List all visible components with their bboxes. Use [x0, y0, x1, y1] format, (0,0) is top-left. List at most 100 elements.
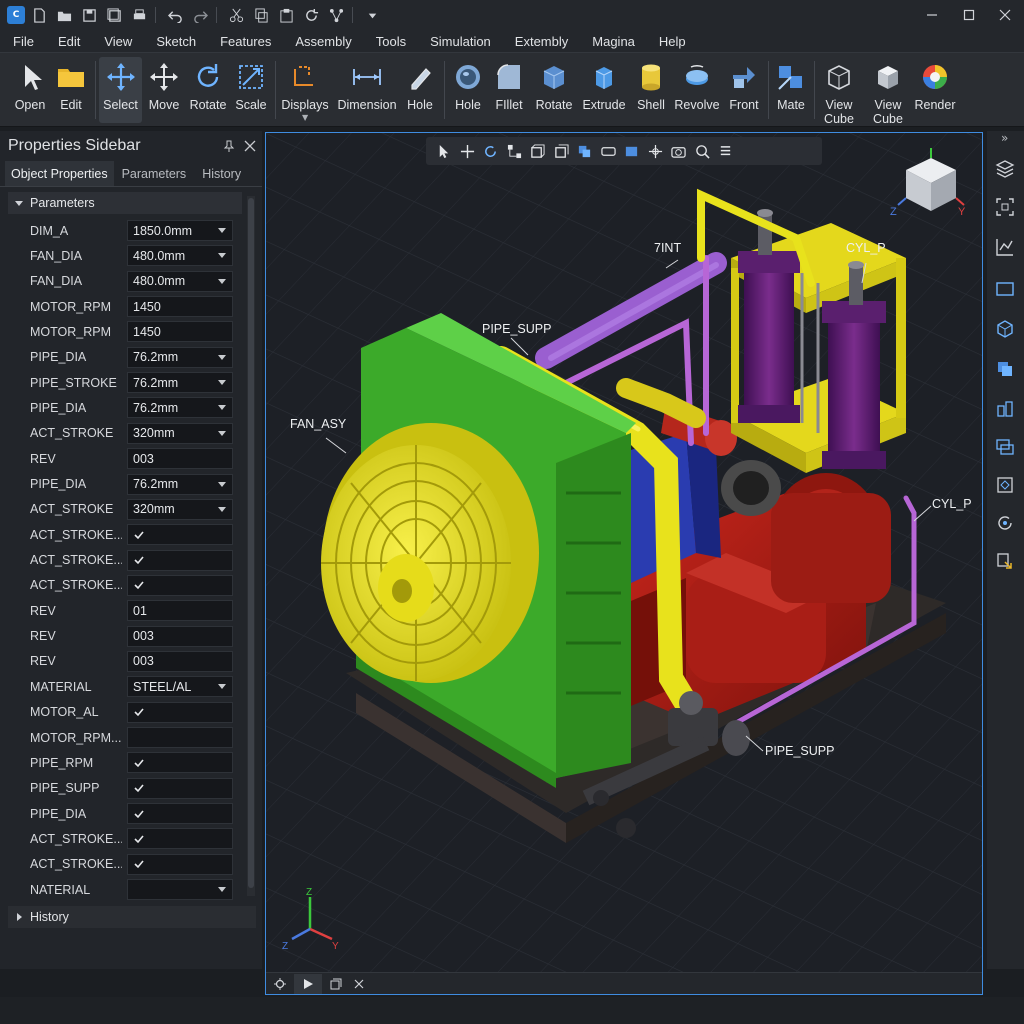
menu-magina[interactable]: Magina [578, 34, 645, 49]
play-icon[interactable] [294, 973, 322, 994]
parameter-checkbox[interactable] [127, 574, 233, 596]
fit-view-icon[interactable] [993, 195, 1017, 219]
display-style-icon[interactable] [597, 140, 621, 162]
open-folder-icon[interactable] [53, 4, 75, 26]
parameter-dropdown[interactable]: 480.0mm [127, 245, 233, 267]
parameter-dropdown[interactable]: 320mm [127, 422, 233, 444]
close-icon[interactable] [241, 137, 259, 155]
box-view-icon[interactable] [526, 140, 550, 162]
fillet-button[interactable]: FIllet [490, 57, 528, 123]
save-icon[interactable] [78, 4, 100, 26]
hierarchy-icon[interactable] [503, 140, 527, 162]
print-icon[interactable] [128, 4, 150, 26]
new-file-icon[interactable] [28, 4, 50, 26]
sidebar-scrollbar[interactable] [247, 196, 255, 896]
scrollbar-thumb[interactable] [248, 198, 254, 888]
3d-viewport[interactable]: FAN_ASY PIPE_SUPP 7INT CYL_P CYL_P PIPE_… [265, 132, 983, 995]
menu-view[interactable]: View [90, 34, 142, 49]
close-button[interactable] [988, 0, 1022, 30]
refresh-icon[interactable] [300, 4, 322, 26]
parameter-dropdown[interactable]: 320mm [127, 498, 233, 520]
save-all-icon[interactable] [103, 4, 125, 26]
shell-button[interactable]: Shell [631, 57, 671, 123]
redo-icon[interactable] [189, 4, 211, 26]
parameter-checkbox[interactable] [127, 752, 233, 774]
network-icon[interactable] [325, 4, 347, 26]
select-button[interactable]: Select [99, 57, 142, 123]
parameter-checkbox[interactable] [127, 777, 233, 799]
move-button[interactable]: Move [144, 57, 184, 123]
layers-list-icon[interactable] [714, 140, 738, 162]
parameter-input[interactable] [127, 727, 233, 748]
customize-dropdown-icon[interactable] [361, 4, 383, 26]
menu-simulation[interactable]: Simulation [416, 34, 501, 49]
pan-icon[interactable] [456, 140, 480, 162]
collapse-chevron-icon[interactable]: » [1001, 131, 1008, 145]
parameter-dropdown[interactable]: 76.2mm [127, 346, 233, 368]
paste-icon[interactable] [275, 4, 297, 26]
blue-cube-icon[interactable] [573, 140, 597, 162]
view-cube-button-1[interactable]: View Cube [818, 57, 860, 126]
parameter-input[interactable]: 003 [127, 625, 233, 647]
sync-icon[interactable] [993, 511, 1017, 535]
render-button[interactable]: Render [912, 57, 958, 123]
export-icon[interactable] [993, 549, 1017, 573]
parameter-dropdown[interactable]: 76.2mm [127, 397, 233, 419]
parameter-dropdown[interactable]: 76.2mm [127, 473, 233, 495]
menu-help[interactable]: Help [645, 34, 696, 49]
menu-sketch[interactable]: Sketch [142, 34, 206, 49]
tab-history[interactable]: History [194, 161, 249, 186]
history-section-header[interactable]: History [8, 906, 256, 928]
rotate-button[interactable]: Rotate [186, 57, 230, 123]
edit-button[interactable]: Edit [52, 57, 90, 123]
parameter-input[interactable]: 1450 [127, 321, 233, 343]
display-mode-icon[interactable] [620, 140, 644, 162]
parameter-input[interactable]: 003 [127, 650, 233, 672]
graph-icon[interactable] [993, 235, 1017, 259]
rotate-feature-button[interactable]: Rotate [532, 57, 576, 123]
dimension-button[interactable]: Dimension [335, 57, 399, 123]
structure-icon[interactable] [993, 397, 1017, 421]
menu-file[interactable]: File [0, 34, 44, 49]
front-button[interactable]: Front [724, 57, 764, 123]
parameter-input[interactable]: 1450 [127, 296, 233, 318]
zoom-fit-icon[interactable] [644, 140, 668, 162]
callout-pipe-supp-top[interactable]: PIPE_SUPP [482, 322, 551, 336]
revolve-button[interactable]: Revolve [674, 57, 720, 123]
pin-icon[interactable] [220, 137, 238, 155]
mate-button[interactable]: Mate [772, 57, 810, 123]
parameter-input[interactable]: 003 [127, 448, 233, 470]
undo-icon[interactable] [164, 4, 186, 26]
parameter-checkbox[interactable] [127, 524, 233, 546]
callout-cyl-p-right[interactable]: CYL_P [932, 497, 972, 511]
pointer-icon[interactable] [432, 140, 456, 162]
scale-button[interactable]: Scale [232, 57, 270, 123]
part-cube-icon[interactable] [993, 317, 1017, 341]
hole-button[interactable]: Hole [448, 57, 488, 123]
parameter-dropdown[interactable]: 76.2mm [127, 372, 233, 394]
maximize-button[interactable] [952, 0, 986, 30]
displays-dropdown-icon[interactable]: ▼ [302, 113, 308, 122]
menu-extembly[interactable]: Extembly [501, 34, 578, 49]
monitor-icon[interactable] [993, 277, 1017, 301]
copy-icon[interactable] [250, 4, 272, 26]
target-icon[interactable] [993, 473, 1017, 497]
callout-fan-asy[interactable]: FAN_ASY [290, 417, 346, 431]
section-view-icon[interactable] [550, 140, 574, 162]
view-cube-button-2[interactable]: View Cube [866, 57, 910, 126]
close-tab-icon[interactable] [350, 974, 368, 994]
callout-tint[interactable]: 7INT [654, 241, 681, 255]
parameter-checkbox[interactable] [127, 549, 233, 571]
parameter-dropdown[interactable]: 1850.0mm [127, 220, 233, 241]
camera-icon[interactable] [667, 140, 691, 162]
parameter-input[interactable]: 01 [127, 600, 233, 622]
callout-pipe-supp-bottom[interactable]: PIPE_SUPP [765, 744, 834, 758]
parameter-dropdown[interactable]: 480.0mm [127, 270, 233, 292]
navigation-view-cube[interactable]: Y Z [886, 143, 976, 233]
menu-assembly[interactable]: Assembly [281, 34, 361, 49]
parameter-dropdown[interactable]: STEEL/AL [127, 676, 233, 698]
new-tab-icon[interactable] [322, 974, 350, 994]
layers-icon[interactable] [993, 157, 1017, 181]
tab-parameters[interactable]: Parameters [114, 161, 195, 186]
parameter-checkbox[interactable] [127, 701, 233, 723]
